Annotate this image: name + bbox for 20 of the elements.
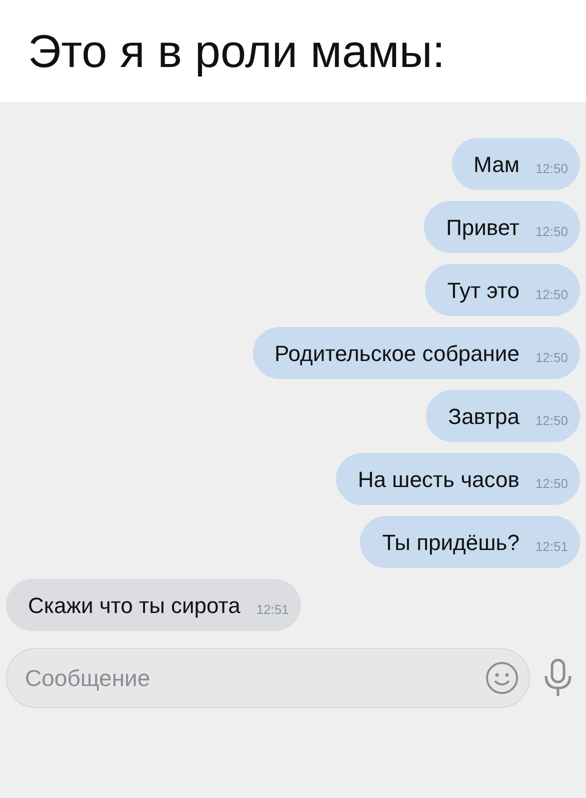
message-time: 12:51: [256, 601, 289, 620]
message-text: Привет: [446, 214, 520, 242]
message-time: 12:50: [535, 223, 568, 242]
message-text: Завтра: [448, 402, 520, 431]
message-time: 12:50: [535, 349, 568, 368]
message-text: На шесть часов: [358, 466, 520, 494]
message-text: Тут это: [447, 276, 520, 305]
emoji-icon[interactable]: [484, 660, 520, 696]
message-time: 12:50: [535, 475, 568, 494]
message-time: 12:51: [535, 538, 568, 556]
microphone-icon[interactable]: [542, 658, 574, 698]
message-time: 12:50: [535, 160, 568, 178]
message-time: 12:50: [535, 412, 568, 430]
message-field[interactable]: Сообщение: [6, 648, 530, 708]
message-text: Ты придёшь?: [382, 528, 520, 557]
message-text: Родительское собрание: [274, 340, 520, 368]
message-text: Скажи что ты сирота: [28, 592, 240, 620]
message-text: Мам: [474, 150, 520, 178]
message-time: 12:50: [535, 286, 568, 304]
caption: Это я в роли мамы:: [28, 28, 446, 74]
